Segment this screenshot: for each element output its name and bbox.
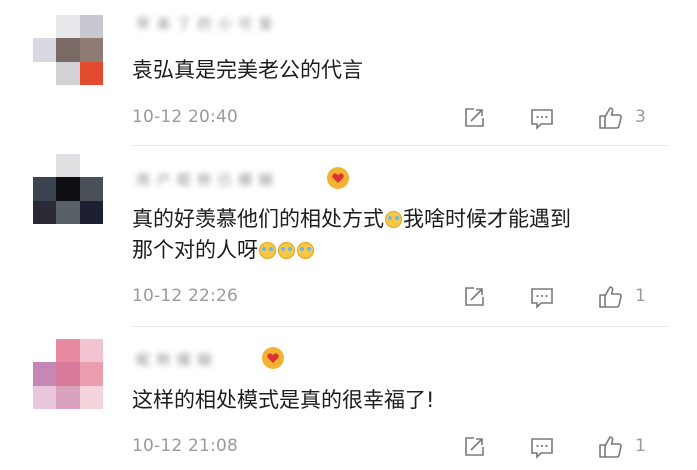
share-icon[interactable] <box>461 434 487 460</box>
avatar-pixel <box>33 177 57 201</box>
avatar-pixel <box>79 38 103 62</box>
comment-text: 这样的相处模式是真的很幸福了! <box>132 388 435 412</box>
avatar-pixel <box>79 385 103 409</box>
avatar-pixel <box>56 61 80 85</box>
avatar[interactable] <box>33 339 103 409</box>
avatar-pixel <box>79 200 103 224</box>
divider <box>132 326 669 327</box>
like-count: 3 <box>635 107 646 127</box>
avatar[interactable] <box>33 15 103 85</box>
avatar[interactable] <box>33 154 103 224</box>
avatar-pixel <box>33 61 57 85</box>
heart-badge-icon <box>327 167 349 189</box>
comment-text: 袁弘真是完美老公的代言 <box>132 58 363 82</box>
avatar-pixel <box>56 385 80 409</box>
avatar-pixel <box>79 15 103 39</box>
thumbs-up-icon[interactable] <box>597 284 623 310</box>
share-icon[interactable] <box>461 284 487 310</box>
avatar-pixel <box>33 385 57 409</box>
like-count: 1 <box>635 436 646 456</box>
avatar-pixel <box>79 154 103 178</box>
thumbs-up-icon[interactable] <box>597 434 623 460</box>
avatar-pixel <box>56 177 80 201</box>
comment-text: 真的好羡慕他们的相处方式 我啥时候才能遇到 那个对的人呀 <box>132 207 571 262</box>
timestamp: 10-12 21:08 <box>132 436 238 456</box>
avatar-pixel <box>56 339 80 363</box>
timestamp: 10-12 20:40 <box>132 107 238 127</box>
comment-meta: 10-12 20:40 3 <box>132 107 697 131</box>
avatar-pixel <box>33 38 57 62</box>
avatar-pixel <box>33 15 57 39</box>
avatar-pixel <box>33 339 57 363</box>
username[interactable]: 用 户 昵 称 已 模 糊 <box>132 170 302 189</box>
avatar-pixel <box>79 339 103 363</box>
avatar-pixel <box>33 200 57 224</box>
crying-emoji-icon <box>259 242 276 259</box>
like-count: 1 <box>635 286 646 306</box>
comment-icon[interactable] <box>529 434 555 460</box>
avatar-pixel <box>33 154 57 178</box>
crying-emoji-icon <box>278 242 295 259</box>
comment-icon[interactable] <box>529 284 555 310</box>
avatar-pixel <box>56 200 80 224</box>
crying-emoji-icon <box>297 242 314 259</box>
avatar-pixel <box>79 362 103 386</box>
avatar-pixel <box>56 362 80 386</box>
comment-icon[interactable] <box>529 105 555 131</box>
divider <box>132 145 669 146</box>
heart-badge-icon <box>262 347 284 369</box>
username[interactable]: 昵 称 模 糊 <box>132 350 257 369</box>
crying-emoji-icon <box>385 211 402 228</box>
avatar-pixel <box>33 362 57 386</box>
avatar-pixel <box>79 61 103 85</box>
comment-meta: 10-12 22:26 1 <box>132 286 697 310</box>
share-icon[interactable] <box>461 105 487 131</box>
avatar-pixel <box>56 15 80 39</box>
timestamp: 10-12 22:26 <box>132 286 238 306</box>
thumbs-up-icon[interactable] <box>597 105 623 131</box>
avatar-pixel <box>56 154 80 178</box>
comment-meta: 10-12 21:08 1 <box>132 436 697 460</box>
avatar-pixel <box>79 177 103 201</box>
username[interactable]: 早 来 了 的 小 可 爱 <box>132 14 302 33</box>
avatar-pixel <box>56 38 80 62</box>
